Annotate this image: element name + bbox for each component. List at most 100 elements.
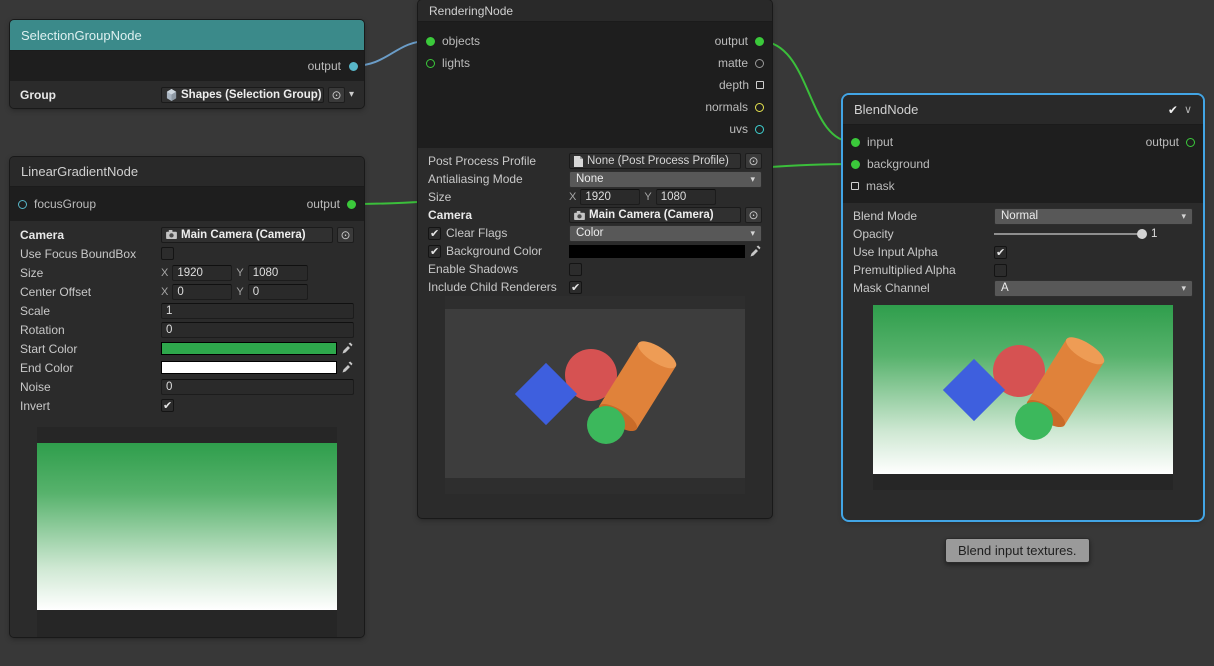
focus-group-port[interactable]: [18, 200, 27, 209]
blend-node-header[interactable]: BlendNode ✔ ∨: [843, 95, 1203, 125]
lights-port[interactable]: [426, 59, 435, 68]
port-label-focusgroup: focusGroup: [34, 197, 96, 211]
premultiplied-alpha-label: Premultiplied Alpha: [853, 263, 989, 277]
start-color-swatch[interactable]: [161, 342, 337, 355]
center-offset-y-field[interactable]: 0: [248, 284, 308, 300]
graph-canvas[interactable]: { "icons": { "check": "✔", "chevron": "∨…: [0, 0, 1214, 666]
scale-field[interactable]: 1: [161, 303, 354, 319]
end-color-label: End Color: [20, 361, 156, 375]
include-child-renderers-checkbox[interactable]: [569, 281, 582, 294]
x-axis-label: X: [161, 286, 168, 298]
background-color-swatch[interactable]: [569, 245, 745, 258]
antialiasing-mode-dropdown[interactable]: None ▾: [569, 171, 762, 188]
use-input-alpha-checkbox[interactable]: [994, 246, 1007, 259]
object-picker-button[interactable]: ⊙: [745, 207, 762, 223]
camera-object-value: Main Camera (Camera): [589, 209, 714, 221]
output-port[interactable]: [347, 200, 356, 209]
center-offset-label: Center Offset: [20, 285, 156, 299]
normals-port[interactable]: [755, 103, 764, 112]
clear-flags-checkbox[interactable]: [428, 227, 441, 240]
matte-port[interactable]: [755, 59, 764, 68]
port-label-output: output: [1146, 135, 1179, 149]
node-tooltip: Blend input textures.: [945, 538, 1090, 563]
scale-label: Scale: [20, 304, 156, 318]
camera-icon: [166, 230, 177, 239]
background-port[interactable]: [851, 160, 860, 169]
opacity-value[interactable]: 1: [1151, 228, 1193, 240]
port-label-input: input: [867, 135, 893, 149]
eyedropper-icon[interactable]: [341, 342, 354, 355]
opacity-slider[interactable]: [994, 228, 1147, 240]
output-port[interactable]: [349, 62, 358, 71]
selection-group-node[interactable]: SelectionGroupNode output Group Shapes (…: [10, 20, 364, 108]
objects-port[interactable]: [426, 37, 435, 46]
eyedropper-icon[interactable]: [749, 245, 762, 258]
object-picker-button[interactable]: ⊙: [328, 87, 345, 103]
clear-flags-label: Clear Flags: [446, 226, 564, 240]
port-label-normals: normals: [705, 100, 748, 114]
blend-node[interactable]: BlendNode ✔ ∨ input output background m: [843, 95, 1203, 520]
depth-port[interactable]: [756, 81, 764, 89]
port-label-output: output: [307, 197, 340, 211]
file-icon: [574, 156, 583, 167]
size-x-field[interactable]: 1920: [580, 189, 640, 205]
edge-selectiongroup-output-to-objects[interactable]: [353, 41, 428, 66]
noise-label: Noise: [20, 380, 156, 394]
dropdown-arrow-icon: ▾: [1181, 283, 1186, 294]
noise-field[interactable]: 0: [161, 379, 354, 395]
object-picker-button[interactable]: ⊙: [745, 153, 762, 169]
object-picker-button[interactable]: ⊙: [337, 227, 354, 243]
node-title: RenderingNode: [429, 4, 513, 18]
node-enabled-check-icon[interactable]: ✔: [1168, 103, 1178, 117]
node-title: SelectionGroupNode: [21, 28, 142, 43]
camera-object-field[interactable]: Main Camera (Camera): [569, 207, 741, 223]
size-y-field[interactable]: 1080: [656, 189, 716, 205]
clear-flags-dropdown[interactable]: Color ▾: [569, 225, 762, 242]
enable-shadows-checkbox[interactable]: [569, 263, 582, 276]
size-label: Size: [20, 266, 156, 280]
y-axis-label: Y: [644, 191, 651, 203]
rotation-field[interactable]: 0: [161, 322, 354, 338]
port-label-lights: lights: [442, 56, 470, 70]
size-y-field[interactable]: 1080: [248, 265, 308, 281]
background-color-checkbox[interactable]: [428, 245, 441, 258]
mask-channel-dropdown[interactable]: A ▾: [994, 280, 1193, 297]
output-port[interactable]: [1186, 138, 1195, 147]
rotation-label: Rotation: [20, 323, 156, 337]
blend-mode-dropdown[interactable]: Normal ▾: [994, 208, 1193, 225]
mask-channel-label: Mask Channel: [853, 281, 989, 295]
port-label-mask: mask: [866, 179, 895, 193]
y-axis-label: Y: [236, 267, 243, 279]
center-offset-x-field[interactable]: 0: [172, 284, 232, 300]
selection-group-node-header[interactable]: SelectionGroupNode: [10, 20, 364, 51]
post-process-profile-value: None (Post Process Profile): [587, 155, 729, 167]
collapse-chevron-icon[interactable]: ∨: [1184, 103, 1192, 116]
invert-checkbox[interactable]: [161, 399, 174, 412]
gradient-preview: [37, 427, 337, 637]
post-process-profile-field[interactable]: None (Post Process Profile): [569, 153, 741, 169]
end-color-swatch[interactable]: [161, 361, 337, 374]
size-x-field[interactable]: 1920: [172, 265, 232, 281]
group-object-field[interactable]: Shapes (Selection Group): [161, 87, 324, 103]
port-label-uvs: uvs: [729, 122, 748, 136]
rendering-node[interactable]: RenderingNode objects output lights matt…: [418, 0, 772, 518]
mask-port[interactable]: [851, 182, 859, 190]
linear-gradient-node-header[interactable]: LinearGradientNode: [10, 157, 364, 187]
rendering-node-header[interactable]: RenderingNode: [418, 0, 772, 22]
input-port[interactable]: [851, 138, 860, 147]
group-object-value: Shapes (Selection Group): [181, 89, 322, 101]
x-axis-label: X: [161, 267, 168, 279]
post-process-profile-label: Post Process Profile: [428, 154, 564, 168]
dropdown-arrow-icon[interactable]: ▾: [349, 89, 354, 100]
mask-channel-value: A: [1001, 282, 1009, 294]
uvs-port[interactable]: [755, 125, 764, 134]
invert-label: Invert: [20, 399, 156, 413]
eyedropper-icon[interactable]: [341, 361, 354, 374]
use-focus-boundbox-checkbox[interactable]: [161, 247, 174, 260]
linear-gradient-node[interactable]: LinearGradientNode focusGroup output Cam…: [10, 157, 364, 637]
camera-object-field[interactable]: Main Camera (Camera): [161, 227, 333, 243]
edge-rendering-output-to-blend-input[interactable]: [759, 41, 853, 142]
premultiplied-alpha-checkbox[interactable]: [994, 264, 1007, 277]
opacity-slider-handle[interactable]: [1137, 229, 1147, 239]
output-port[interactable]: [755, 37, 764, 46]
